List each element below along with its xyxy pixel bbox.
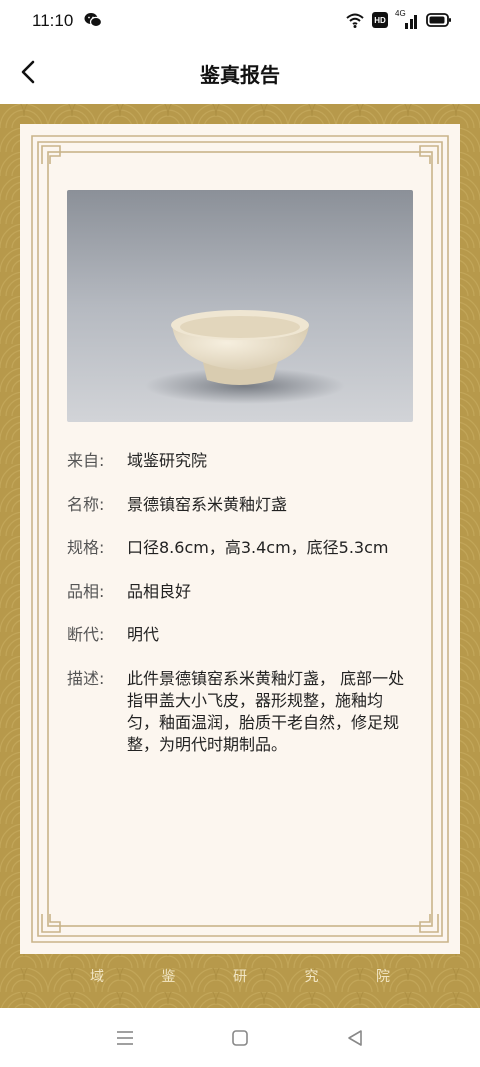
brand-char: 域 <box>90 969 104 985</box>
field-label: 来自: <box>67 451 105 470</box>
wechat-icon <box>84 13 102 28</box>
back-nav-button[interactable] <box>343 1026 367 1050</box>
app-header: 鉴真报告 <box>0 40 480 104</box>
field-condition: 品相: 品相良好 <box>67 581 413 603</box>
field-value: 域鉴研究院 <box>127 451 208 470</box>
field-name: 名称: 景德镇窑系米黄釉灯盏 <box>67 494 413 516</box>
field-label: 规格: <box>67 538 105 557</box>
battery-icon <box>426 13 451 27</box>
artifact-image <box>67 190 413 422</box>
brand-char: 究 <box>304 969 319 985</box>
network-label: 4G <box>395 9 406 18</box>
field-dating: 断代: 明代 <box>67 624 413 646</box>
field-label: 名称: <box>67 494 105 514</box>
brand-char: 院 <box>376 969 390 985</box>
status-icons: HD 4G <box>345 9 452 30</box>
menu-button[interactable] <box>113 1026 137 1050</box>
field-value: 口径8.6cm，高3.4cm，底径5.3cm <box>127 538 389 557</box>
back-triangle-icon <box>348 1030 362 1046</box>
4g-signal-icon: 4G <box>395 9 419 29</box>
brand-char: 研 <box>233 969 247 985</box>
field-value: 明代 <box>127 625 160 644</box>
menu-icon <box>117 1031 133 1045</box>
footer-brand: 域 鉴 研 究 院 <box>60 966 420 986</box>
field-label: 品相: <box>67 581 105 601</box>
field-label: 描述: <box>67 668 105 688</box>
field-source: 来自: 域鉴研究院 <box>67 450 413 472</box>
field-value: 此件景德镇窑系米黄釉灯盏， 底部一处指甲盖大小飞皮，器形规整，施釉均匀，釉面温润… <box>127 668 405 754</box>
report-details: 来自: 域鉴研究院 名称: 景德镇窑系米黄釉灯盏 规格: 口径8.6cm，高3.… <box>67 450 413 777</box>
hd-label: HD <box>374 15 386 25</box>
hd-icon: HD <box>372 12 388 28</box>
wifi-icon <box>346 13 364 28</box>
field-spec: 规格: 口径8.6cm，高3.4cm，底径5.3cm <box>67 537 413 559</box>
field-description: 描述: 此件景德镇窑系米黄釉灯盏， 底部一处指甲盖大小飞皮，器形规整，施釉均匀，… <box>67 668 413 756</box>
field-value: 品相良好 <box>127 581 192 601</box>
home-square-icon <box>232 1030 248 1046</box>
field-value: 景德镇窑系米黄釉灯盏 <box>127 494 288 514</box>
status-time: 11:10 <box>32 11 74 30</box>
field-label: 断代: <box>67 625 105 644</box>
page-title: 鉴真报告 <box>200 63 280 87</box>
home-button[interactable] <box>228 1026 252 1050</box>
brand-char: 鉴 <box>161 969 176 985</box>
artifact-photo[interactable] <box>67 190 413 422</box>
status-bar: 11:10 HD 4G <box>0 0 480 40</box>
system-nav-bar <box>0 1008 480 1067</box>
